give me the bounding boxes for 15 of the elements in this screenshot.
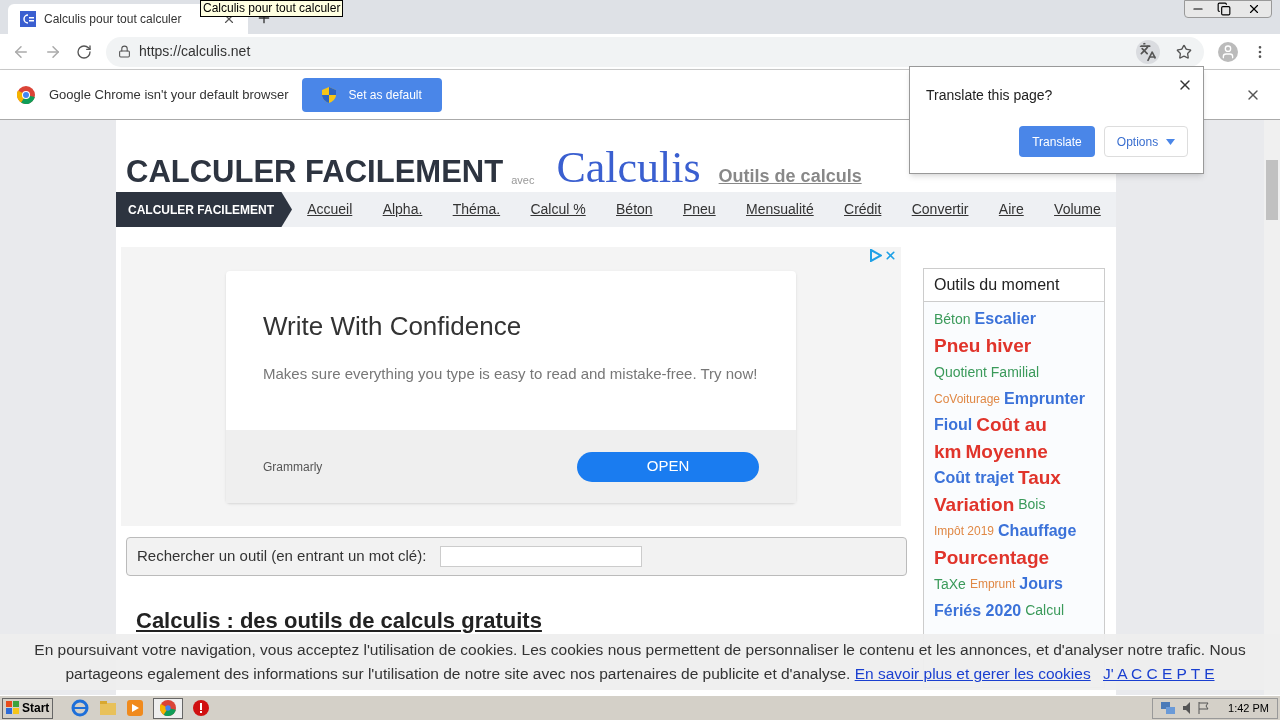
search-label: Rechercher un outil (en entrant un mot clé): — [137, 546, 427, 567]
ad-body: Makes sure everything you type is easy to read and mistake-free. Try now! — [263, 364, 759, 384]
cookie-message: En poursuivant votre navigation, vous acceptez l'utilisation de cookies. Les cookies nous permettent de personnaliser le contenu et les annonces, et d'analyser notre trafic. Nous partageons egalement des informations sur l'utilisation de notre site avec nos partenaires de publicite et d'analyse. En savoir plus et gerer les cookies J' A C C E P T E — [33, 640, 1247, 684]
sidebar-title: Outils du moment — [924, 269, 1104, 302]
logo-subtitle: avec — [511, 172, 535, 188]
page-heading: Calculis : des outils de calculs gratuits — [136, 607, 543, 635]
tab-title: Calculis pour tout calculer — [44, 11, 183, 28]
translate-title: Translate this page? — [926, 86, 1053, 105]
tooltip: Calculis pour tout calculer — [200, 0, 344, 17]
clock: 1:42 PM — [1228, 700, 1269, 716]
ad-title: Write With Confidence — [263, 310, 523, 343]
nav-label: CALCULER FACILEMENT — [116, 192, 292, 227]
url-text: https://calculis.net — [139, 42, 252, 61]
advertiser-name: Grammarly — [263, 458, 323, 476]
infobar-message: Google Chrome isn't your default browser — [49, 85, 289, 104]
